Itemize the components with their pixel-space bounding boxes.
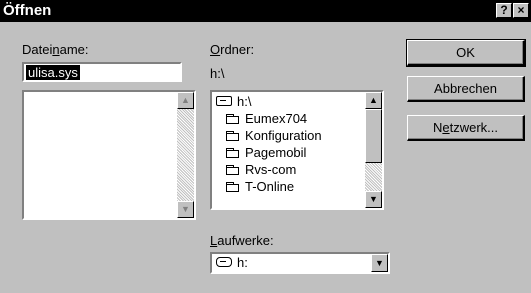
folder-scroll-up-icon[interactable]: ▲ [365, 92, 382, 109]
folder-scroll-thumb[interactable] [365, 109, 382, 163]
close-button[interactable]: × [513, 3, 529, 18]
drives-label: Laufwerke: [210, 233, 274, 248]
folder-item-konfiguration[interactable]: Konfiguration [226, 128, 322, 144]
filename-input[interactable]: ulisa.sys [22, 62, 182, 82]
filename-label: Dateiname: [22, 42, 89, 57]
filename-value: ulisa.sys [26, 65, 80, 80]
chevron-down-icon[interactable]: ▼ [371, 254, 388, 272]
folder-icon [226, 165, 240, 175]
title-bar: Öffnen ? × [0, 0, 531, 22]
folder-item-rvs-com[interactable]: Rvs-com [226, 162, 296, 178]
folder-scroll-down-icon[interactable]: ▼ [365, 191, 382, 208]
open-folder-icon [216, 96, 232, 106]
folder-list-scrollbar[interactable]: ▲ ▼ [365, 92, 382, 208]
folder-list[interactable]: h:\ Eumex704 Konfiguration Pagemobil Rvs… [210, 90, 384, 210]
folder-icon [226, 131, 240, 141]
help-button[interactable]: ? [496, 3, 512, 18]
open-dialog: Öffnen ? × Dateiname: ulisa.sys ▲ ▼ Ordn… [0, 0, 531, 293]
folder-item-pagemobil[interactable]: Pagemobil [226, 145, 306, 161]
file-list-scroll-up-icon[interactable]: ▲ [177, 92, 194, 109]
folder-icon [226, 182, 240, 192]
ok-button[interactable]: OK [406, 39, 526, 67]
folder-item-root[interactable]: h:\ [216, 94, 251, 110]
current-path: h:\ [210, 66, 225, 81]
drive-icon [216, 257, 232, 267]
folder-item-t-online[interactable]: T-Online [226, 179, 294, 195]
file-list-scrollbar[interactable]: ▲ ▼ [177, 92, 194, 218]
dialog-title: Öffnen [3, 2, 52, 19]
folder-label: Ordner: [210, 42, 255, 57]
network-button[interactable]: Netzwerk... [407, 115, 525, 141]
file-list-scroll-down-icon[interactable]: ▼ [177, 201, 194, 218]
file-list[interactable]: ▲ ▼ [22, 90, 196, 220]
drive-selected: h: [216, 255, 248, 271]
folder-icon [226, 114, 240, 124]
folder-item-eumex704[interactable]: Eumex704 [226, 111, 307, 127]
drive-select[interactable]: h: ▼ [210, 252, 390, 274]
cancel-button[interactable]: Abbrechen [407, 76, 525, 102]
folder-icon [226, 148, 240, 158]
